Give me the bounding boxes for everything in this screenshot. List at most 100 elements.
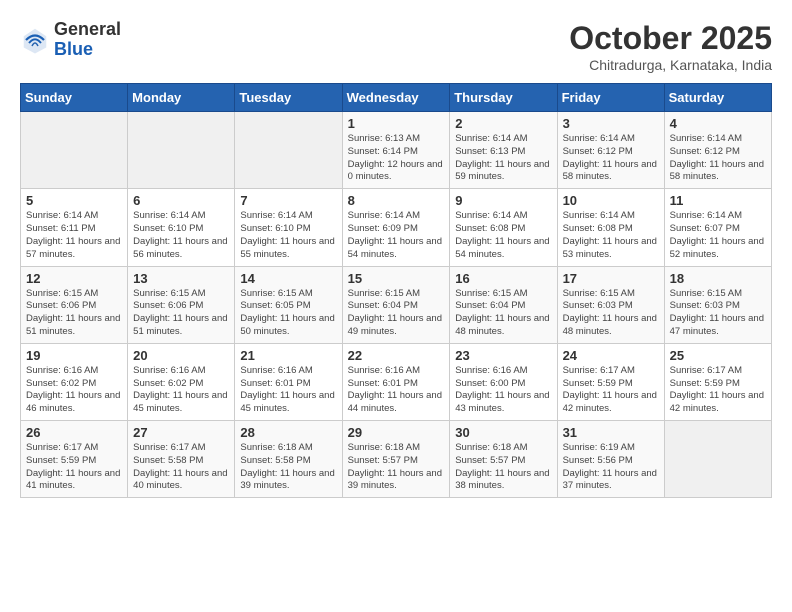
calendar-cell: 20 Sunrise: 6:16 AMSunset: 6:02 PMDayligh… xyxy=(128,343,235,420)
calendar-cell: 22Sunrise: 6:16 AMSunset: 6:01 PMDayligh… xyxy=(342,343,450,420)
calendar-cell xyxy=(128,112,235,189)
calendar-week-row: 1 Sunrise: 6:13 AMSunset: 6:14 PMDaylight… xyxy=(21,112,772,189)
day-number: 21 xyxy=(240,348,336,363)
day-number: 18 xyxy=(670,271,766,286)
day-info: Sunrise: 6:14 AMSunset: 6:12 PMDaylight:… xyxy=(670,133,766,184)
day-number: 31 xyxy=(563,425,659,440)
day-number: 8 xyxy=(348,193,445,208)
day-info: Sunrise: 6:17 AMSunset: 5:59 PMDaylight:… xyxy=(26,442,122,493)
day-number: 15 xyxy=(348,271,445,286)
day-number: 26 xyxy=(26,425,122,440)
calendar-header-thursday: Thursday xyxy=(450,84,557,112)
day-number: 4 xyxy=(670,116,766,131)
day-info: Sunrise: 6:17 AMSunset: 5:59 PMDaylight:… xyxy=(670,365,766,416)
day-info: Sunrise: 6:15 AMSunset: 6:06 PMDaylight:… xyxy=(133,288,229,339)
calendar-cell xyxy=(664,421,771,498)
day-number: 28 xyxy=(240,425,336,440)
calendar-cell: 8 Sunrise: 6:14 AMSunset: 6:09 PMDaylight… xyxy=(342,189,450,266)
calendar-cell: 7 Sunrise: 6:14 AMSunset: 6:10 PMDaylight… xyxy=(235,189,342,266)
calendar-cell: 24 Sunrise: 6:17 AMSunset: 5:59 PMDayligh… xyxy=(557,343,664,420)
calendar-cell: 30 Sunrise: 6:18 AMSunset: 5:57 PMDayligh… xyxy=(450,421,557,498)
calendar-cell xyxy=(235,112,342,189)
day-info: Sunrise: 6:17 AMSunset: 5:58 PMDaylight:… xyxy=(133,442,229,493)
calendar-cell: 18 Sunrise: 6:15 AMSunset: 6:03 PMDayligh… xyxy=(664,266,771,343)
day-number: 17 xyxy=(563,271,659,286)
calendar-cell: 6Sunrise: 6:14 AMSunset: 6:10 PMDaylight… xyxy=(128,189,235,266)
calendar-week-row: 19Sunrise: 6:16 AMSunset: 6:02 PMDayligh… xyxy=(21,343,772,420)
day-number: 11 xyxy=(670,193,766,208)
page-header: General Blue October 2025 Chitradurga, K… xyxy=(20,20,772,73)
calendar-header-monday: Monday xyxy=(128,84,235,112)
day-number: 1 xyxy=(348,116,445,131)
day-number: 9 xyxy=(455,193,551,208)
day-number: 29 xyxy=(348,425,445,440)
day-number: 24 xyxy=(563,348,659,363)
day-info: Sunrise: 6:13 AMSunset: 6:14 PMDaylight:… xyxy=(348,133,445,184)
day-number: 6 xyxy=(133,193,229,208)
day-number: 27 xyxy=(133,425,229,440)
month-title: October 2025 xyxy=(569,20,772,57)
day-info: Sunrise: 6:14 AMSunset: 6:07 PMDaylight:… xyxy=(670,210,766,261)
day-info: Sunrise: 6:14 AMSunset: 6:10 PMDaylight:… xyxy=(240,210,336,261)
day-info: Sunrise: 6:15 AMSunset: 6:03 PMDaylight:… xyxy=(563,288,659,339)
day-info: Sunrise: 6:17 AMSunset: 5:59 PMDaylight:… xyxy=(563,365,659,416)
day-info: Sunrise: 6:14 AMSunset: 6:11 PMDaylight:… xyxy=(26,210,122,261)
calendar-cell: 26 Sunrise: 6:17 AMSunset: 5:59 PMDayligh… xyxy=(21,421,128,498)
day-info: Sunrise: 6:15 AMSunset: 6:04 PMDaylight:… xyxy=(348,288,445,339)
calendar-cell: 27 Sunrise: 6:17 AMSunset: 5:58 PMDayligh… xyxy=(128,421,235,498)
calendar-cell: 21 Sunrise: 6:16 AMSunset: 6:01 PMDayligh… xyxy=(235,343,342,420)
calendar-cell: 9Sunrise: 6:14 AMSunset: 6:08 PMDaylight… xyxy=(450,189,557,266)
day-number: 23 xyxy=(455,348,551,363)
calendar-header-wednesday: Wednesday xyxy=(342,84,450,112)
day-info: Sunrise: 6:14 AMSunset: 6:13 PMDaylight:… xyxy=(455,133,551,184)
calendar-cell: 15 Sunrise: 6:15 AMSunset: 6:04 PMDayligh… xyxy=(342,266,450,343)
day-info: Sunrise: 6:15 AMSunset: 6:06 PMDaylight:… xyxy=(26,288,122,339)
day-number: 20 xyxy=(133,348,229,363)
day-number: 16 xyxy=(455,271,551,286)
day-info: Sunrise: 6:18 AMSunset: 5:58 PMDaylight:… xyxy=(240,442,336,493)
calendar-cell: 31Sunrise: 6:19 AMSunset: 5:56 PMDayligh… xyxy=(557,421,664,498)
day-info: Sunrise: 6:16 AMSunset: 6:02 PMDaylight:… xyxy=(26,365,122,416)
day-number: 25 xyxy=(670,348,766,363)
calendar-cell: 29 Sunrise: 6:18 AMSunset: 5:57 PMDayligh… xyxy=(342,421,450,498)
day-number: 14 xyxy=(240,271,336,286)
calendar-header-tuesday: Tuesday xyxy=(235,84,342,112)
calendar-header-row: SundayMondayTuesdayWednesdayThursdayFrid… xyxy=(21,84,772,112)
day-info: Sunrise: 6:16 AMSunset: 6:02 PMDaylight:… xyxy=(133,365,229,416)
calendar-cell: 12 Sunrise: 6:15 AMSunset: 6:06 PMDayligh… xyxy=(21,266,128,343)
calendar-cell: 2 Sunrise: 6:14 AMSunset: 6:13 PMDaylight… xyxy=(450,112,557,189)
logo-general: General xyxy=(54,19,121,39)
calendar-cell: 1 Sunrise: 6:13 AMSunset: 6:14 PMDaylight… xyxy=(342,112,450,189)
day-info: Sunrise: 6:18 AMSunset: 5:57 PMDaylight:… xyxy=(455,442,551,493)
calendar-week-row: 26 Sunrise: 6:17 AMSunset: 5:59 PMDayligh… xyxy=(21,421,772,498)
calendar-cell xyxy=(21,112,128,189)
day-number: 22 xyxy=(348,348,445,363)
calendar-cell: 11 Sunrise: 6:14 AMSunset: 6:07 PMDayligh… xyxy=(664,189,771,266)
day-number: 10 xyxy=(563,193,659,208)
day-info: Sunrise: 6:16 AMSunset: 6:01 PMDaylight:… xyxy=(240,365,336,416)
day-info: Sunrise: 6:15 AMSunset: 6:05 PMDaylight:… xyxy=(240,288,336,339)
logo-icon xyxy=(20,25,50,55)
logo-blue: Blue xyxy=(54,39,93,59)
day-number: 2 xyxy=(455,116,551,131)
calendar-cell: 10Sunrise: 6:14 AMSunset: 6:08 PMDayligh… xyxy=(557,189,664,266)
day-info: Sunrise: 6:15 AMSunset: 6:03 PMDaylight:… xyxy=(670,288,766,339)
calendar-header-friday: Friday xyxy=(557,84,664,112)
day-number: 7 xyxy=(240,193,336,208)
calendar-week-row: 12 Sunrise: 6:15 AMSunset: 6:06 PMDayligh… xyxy=(21,266,772,343)
day-number: 5 xyxy=(26,193,122,208)
day-info: Sunrise: 6:16 AMSunset: 6:00 PMDaylight:… xyxy=(455,365,551,416)
calendar-table: SundayMondayTuesdayWednesdayThursdayFrid… xyxy=(20,83,772,498)
title-section: October 2025 Chitradurga, Karnataka, Ind… xyxy=(569,20,772,73)
day-info: Sunrise: 6:14 AMSunset: 6:09 PMDaylight:… xyxy=(348,210,445,261)
day-info: Sunrise: 6:18 AMSunset: 5:57 PMDaylight:… xyxy=(348,442,445,493)
day-number: 30 xyxy=(455,425,551,440)
logo-text: General Blue xyxy=(54,20,121,60)
location: Chitradurga, Karnataka, India xyxy=(569,57,772,73)
day-number: 12 xyxy=(26,271,122,286)
day-number: 13 xyxy=(133,271,229,286)
calendar-cell: 19Sunrise: 6:16 AMSunset: 6:02 PMDayligh… xyxy=(21,343,128,420)
calendar-cell: 23 Sunrise: 6:16 AMSunset: 6:00 PMDayligh… xyxy=(450,343,557,420)
calendar-cell: 13 Sunrise: 6:15 AMSunset: 6:06 PMDayligh… xyxy=(128,266,235,343)
day-number: 3 xyxy=(563,116,659,131)
